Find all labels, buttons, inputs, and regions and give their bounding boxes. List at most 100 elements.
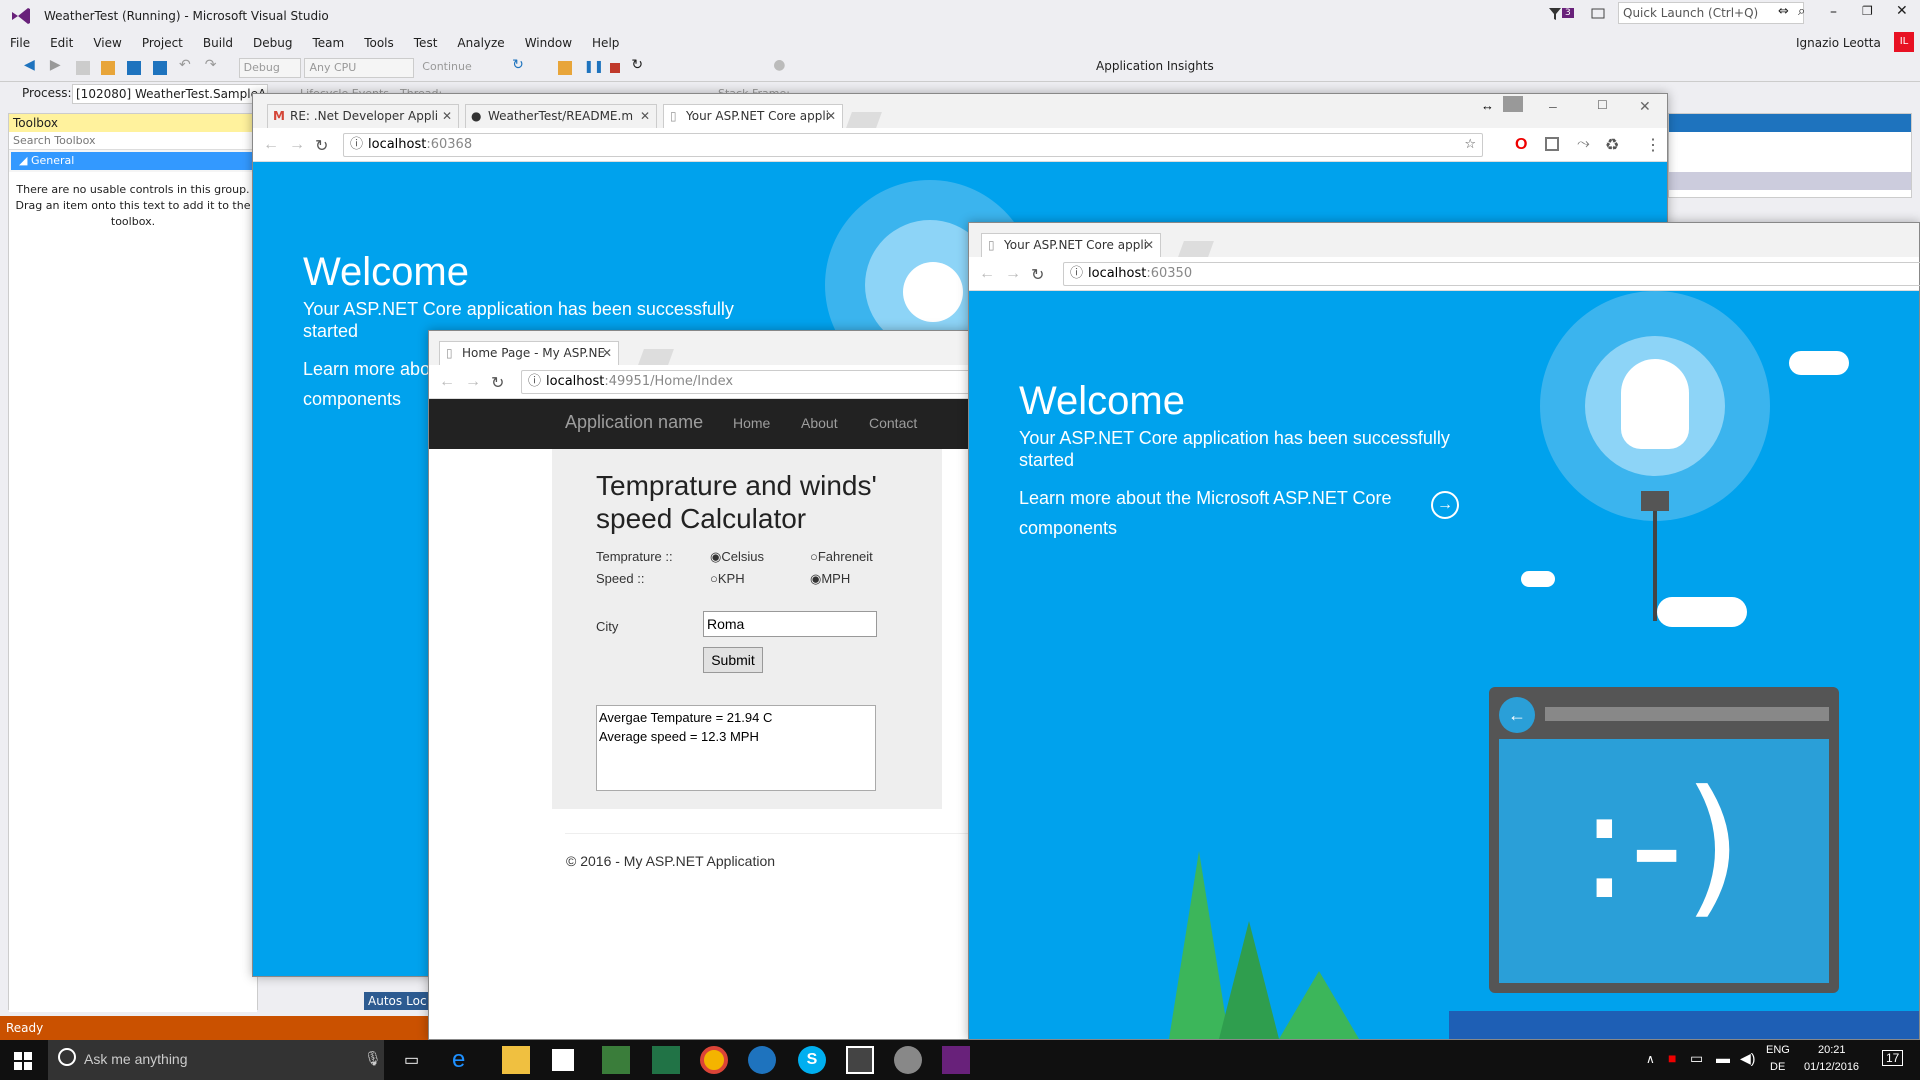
browser2-tab-home[interactable]: ▯ Home Page - My ASP.NE ✕ — [439, 341, 619, 365]
minimize-icon[interactable]: – — [1549, 98, 1557, 114]
refresh-icon[interactable]: ↻ — [512, 57, 526, 73]
tray-security-icon[interactable]: ■ — [1668, 1050, 1676, 1066]
submit-button[interactable]: Submit — [703, 647, 763, 673]
tab-close-icon[interactable]: ✕ — [826, 105, 836, 127]
menu-analyze[interactable]: Analyze — [447, 32, 514, 54]
continue-button[interactable]: Continue — [418, 58, 504, 78]
browser1-tab-gmail[interactable]: M RE: .Net Developer Appli ✕ — [267, 104, 459, 128]
store-icon[interactable] — [552, 1049, 574, 1071]
clock-time[interactable]: 20:21 — [1818, 1044, 1846, 1056]
browser1-url-input[interactable]: ⓘ localhost:60368 ☆ — [343, 133, 1483, 157]
forward-icon[interactable]: → — [289, 136, 305, 154]
temp-fahrenheit-radio[interactable]: ○Fahreneit — [810, 549, 873, 564]
visual-studio-taskbar-icon[interactable] — [942, 1046, 970, 1074]
browser2-url-input[interactable]: ⓘ localhost:49951/Home/Index — [521, 370, 981, 394]
app-icon[interactable] — [602, 1046, 630, 1074]
browser3-learn-link[interactable]: Learn more about the Microsoft ASP.NET C… — [1019, 483, 1439, 543]
application-insights-button[interactable]: Application Insights — [1096, 59, 1214, 73]
tab-close-icon[interactable]: ✕ — [602, 342, 612, 364]
nav-home[interactable]: Home — [733, 415, 770, 431]
back-icon[interactable]: ← — [979, 265, 995, 283]
speed-kph-radio[interactable]: ○KPH — [710, 571, 745, 586]
tab-locals[interactable]: Loc — [406, 994, 426, 1008]
user-name[interactable]: Ignazio Leotta — [1796, 36, 1881, 50]
reload-icon[interactable]: ↻ — [1031, 265, 1044, 285]
forward-icon[interactable]: → — [1005, 265, 1021, 283]
tool-icon[interactable] — [894, 1046, 922, 1074]
excel-icon[interactable] — [652, 1046, 680, 1074]
new-tab-button[interactable] — [638, 349, 674, 365]
close-icon[interactable]: ✕ — [1639, 98, 1651, 115]
nav-about[interactable]: About — [801, 415, 838, 431]
forward-icon[interactable]: → — [465, 373, 481, 391]
edge-icon[interactable]: e — [452, 1046, 480, 1074]
pause-icon[interactable]: ❚❚ — [584, 59, 604, 73]
tray-volume-icon[interactable]: ◀) — [1740, 1050, 1755, 1067]
config-dropdown[interactable]: Debug — [238, 58, 301, 78]
toolbox-group-general[interactable]: ◢ General — [11, 152, 255, 170]
extension-icon[interactable] — [1545, 137, 1559, 151]
breakpoint-icon[interactable]: ● — [773, 57, 787, 73]
bookmark-star-icon[interactable]: ☆ — [1464, 134, 1476, 156]
tray-chevron-icon[interactable]: ∧ — [1646, 1052, 1655, 1066]
profile-icon[interactable] — [1503, 96, 1523, 112]
recycle-icon[interactable]: ♻ — [1605, 135, 1619, 155]
browser1-learn-link-2[interactable]: components — [303, 384, 401, 414]
lang-eng[interactable]: ENG — [1766, 1044, 1790, 1056]
redo-icon[interactable]: ↷ — [205, 57, 219, 73]
tab-autos[interactable]: Autos — [364, 994, 406, 1008]
menu-project[interactable]: Project — [132, 32, 193, 54]
new-tab-button[interactable] — [846, 112, 882, 128]
menu-icon[interactable]: ⋮ — [1645, 135, 1661, 155]
windows-start-icon[interactable] — [14, 1052, 32, 1070]
teamviewer-icon[interactable] — [748, 1046, 776, 1074]
extension2-icon[interactable]: ⤳ — [1577, 135, 1590, 153]
tab-close-icon[interactable]: ✕ — [1144, 234, 1154, 256]
menu-view[interactable]: View — [83, 32, 131, 54]
chrome-icon[interactable] — [700, 1046, 728, 1074]
forward-nav-icon[interactable]: ▶ — [50, 57, 64, 73]
menu-test[interactable]: Test — [404, 32, 448, 54]
menu-tools[interactable]: Tools — [354, 32, 404, 54]
save-all-icon[interactable] — [153, 61, 168, 75]
menu-edit[interactable]: Edit — [40, 32, 83, 54]
open-file-icon[interactable] — [101, 61, 116, 75]
skype-icon[interactable]: S — [798, 1046, 826, 1074]
reload-icon[interactable]: ↻ — [491, 373, 504, 393]
nav-contact[interactable]: Contact — [869, 415, 917, 431]
toolbox-search-input[interactable]: Search Toolbox — [9, 132, 257, 150]
tray-network-icon[interactable]: ▭ — [1690, 1050, 1703, 1067]
user-avatar[interactable]: IL — [1894, 32, 1914, 52]
solution-explorer-selected-row[interactable] — [1669, 172, 1911, 190]
opera-extension-icon[interactable]: O — [1515, 136, 1527, 154]
platform-dropdown[interactable]: Any CPU — [304, 58, 415, 78]
maximize-icon[interactable]: ☐ — [1597, 98, 1608, 112]
clock-date[interactable]: 01/12/2016 — [1804, 1061, 1859, 1073]
speed-mph-radio[interactable]: ◉MPH — [810, 571, 850, 587]
city-input[interactable]: Roma — [703, 611, 877, 637]
search-icon[interactable]: ⌕ — [1798, 4, 1805, 19]
menu-debug[interactable]: Debug — [243, 32, 302, 54]
action-center-icon[interactable]: 17 — [1882, 1050, 1904, 1066]
expand-icon[interactable]: ⇔ — [1778, 4, 1789, 19]
restart-icon[interactable]: ↻ — [631, 57, 645, 73]
tab-close-icon[interactable]: ✕ — [442, 105, 452, 127]
menu-file[interactable]: File — [0, 32, 40, 54]
undo-icon[interactable]: ↶ — [179, 57, 193, 73]
back-nav-icon[interactable]: ◀ — [24, 57, 38, 73]
browser1-learn-link[interactable]: Learn more abo — [303, 354, 430, 384]
reload-icon[interactable]: ↻ — [315, 136, 328, 156]
microphone-icon[interactable]: 🎙 — [364, 1050, 382, 1067]
tab-close-icon[interactable]: ✕ — [640, 105, 650, 127]
save-icon[interactable] — [127, 61, 142, 75]
back-icon[interactable]: ← — [263, 136, 279, 154]
browser3-url-input[interactable]: ⓘ localhost:60350 — [1063, 262, 1920, 286]
navbar-brand[interactable]: Application name — [565, 412, 703, 433]
menu-help[interactable]: Help — [582, 32, 629, 54]
cortana-search-box[interactable]: Ask me anything 🎙 — [48, 1040, 384, 1080]
quick-launch-input[interactable]: Quick Launch (Ctrl+Q) — [1618, 2, 1804, 24]
browser1-tab-aspnet[interactable]: ▯ Your ASP.NET Core appli ✕ — [663, 104, 843, 128]
browser-link-icon[interactable] — [557, 61, 572, 75]
photos-icon[interactable] — [846, 1046, 874, 1074]
tray-battery-icon[interactable]: ▬ — [1716, 1050, 1730, 1066]
